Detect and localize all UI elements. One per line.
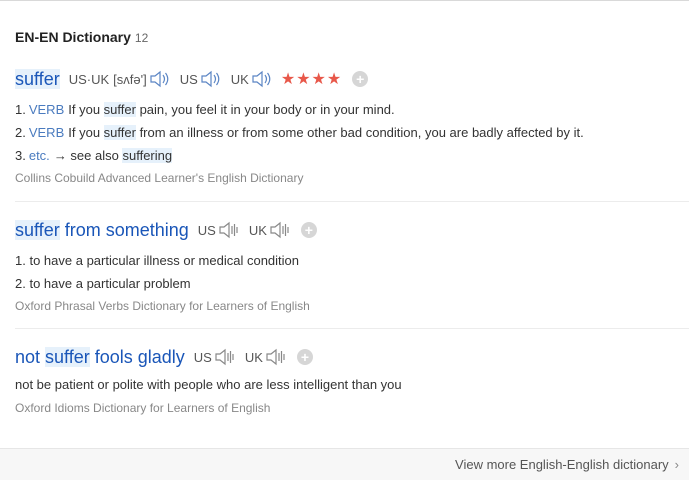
pron-us: US (194, 348, 236, 366)
plus-icon[interactable]: + (300, 222, 317, 238)
part-of-speech: VERB (28, 125, 65, 140)
definitions: 1. VERB If you suffer pain, you feel it in… (15, 98, 675, 167)
headword-highlight: suffer (15, 219, 60, 240)
headword-highlight: suffer (45, 346, 90, 367)
def-number: 1. (15, 253, 26, 268)
entry-suffer-from-something: suffer from something US UK + 1. to have… (15, 217, 675, 313)
dictionary-header: EN-EN Dictionary 12 (15, 29, 148, 45)
speaker-icon[interactable] (269, 221, 291, 239)
def-highlight: suffer (103, 125, 136, 140)
def-text: pain, you feel it in your body or in you… (135, 102, 395, 117)
pron-label: UK (248, 222, 267, 238)
pron-label: UK (230, 71, 249, 87)
plus-icon[interactable]: + (296, 349, 313, 365)
def-text: If you (68, 125, 104, 140)
source-label: Collins Cobuild Advanced Learner's Engli… (15, 171, 304, 185)
definition-text: not be patient or polite with people who… (15, 377, 402, 392)
def-text: → see also (53, 148, 123, 163)
entry-title-row: suffer US·UK [sʌfə'] US UK ★★★★ + (15, 66, 675, 92)
speaker-icon[interactable] (200, 70, 222, 88)
def-highlight: suffer (103, 102, 136, 117)
part-of-speech: VERB (28, 102, 65, 117)
definitions: 1. to have a particular illness or medic… (15, 249, 675, 295)
speaker-icon[interactable] (265, 348, 287, 366)
source-label: Oxford Phrasal Verbs Dictionary for Lear… (15, 299, 310, 313)
chevron-right-icon: › (674, 457, 679, 472)
definition-row: 2. to have a particular problem (15, 272, 675, 295)
def-number: 3. (15, 148, 26, 163)
headword-link[interactable]: suffer (15, 68, 60, 90)
definition-row: 1. VERB If you suffer pain, you feel it in… (15, 98, 675, 121)
footer-bar: View more English-English dictionary › (0, 448, 689, 480)
pron-us: US (198, 221, 240, 239)
pron-uk: UK (231, 70, 273, 88)
def-number: 2. (15, 125, 26, 140)
pron-label: UK (244, 349, 263, 365)
entry-count: 12 (134, 31, 149, 45)
entry-suffer: suffer US·UK [sʌfə'] US UK ★★★★ + 1. VERB… (15, 66, 675, 185)
phonetic: [sʌfə'] (113, 71, 147, 87)
definition-row: 1. to have a particular illness or medic… (15, 249, 675, 272)
def-text: to have a particular problem (29, 276, 191, 291)
star-rating: ★★★★ (280, 71, 343, 88)
speaker-icon[interactable] (149, 70, 171, 88)
def-number: 2. (15, 276, 26, 291)
def-text: If you (68, 102, 104, 117)
pron-label: US (197, 222, 216, 238)
view-more-link[interactable]: View more English-English dictionary › (455, 457, 679, 472)
view-more-label: View more English-English dictionary (455, 457, 669, 472)
speaker-icon[interactable] (251, 70, 273, 88)
headword-link[interactable]: not suffer fools gladly (15, 346, 185, 368)
top-border (0, 0, 689, 1)
def-number: 1. (15, 102, 26, 117)
headword-rest: from something (59, 219, 189, 240)
definition-row: 2. VERB If you suffer from an illness or f… (15, 121, 675, 144)
entry-title-row: suffer from something US UK + (15, 217, 675, 243)
divider (15, 201, 689, 202)
entry-not-suffer-fools-gladly: not suffer fools gladly US UK + not be p… (15, 344, 675, 415)
headword-link[interactable]: suffer from something (15, 219, 189, 241)
def-text: to have a particular illness or medical … (29, 253, 299, 268)
def-text: from an illness or from some other bad c… (135, 125, 584, 140)
definition-row: 3. etc. → see also suffering (15, 144, 675, 167)
headword-pre: not (15, 346, 46, 367)
speaker-icon[interactable] (214, 348, 236, 366)
speaker-icon[interactable] (218, 221, 240, 239)
plus-icon[interactable]: + (352, 71, 369, 87)
pron-usuk: US·UK [sʌfə'] (69, 70, 171, 88)
source-label: Oxford Idioms Dictionary for Learners of… (15, 401, 271, 415)
pron-uk: UK (249, 221, 291, 239)
pron-uk: UK (245, 348, 287, 366)
headword-rest: fools gladly (89, 346, 185, 367)
pron-label: US·UK (68, 71, 110, 87)
divider (15, 328, 689, 329)
see-also-link[interactable]: suffering (122, 148, 173, 163)
part-of-speech: etc. (28, 148, 50, 163)
dictionary-title: EN-EN Dictionary (15, 29, 131, 45)
pron-label: US (179, 71, 198, 87)
pron-label: US (193, 349, 212, 365)
headword-highlight: suffer (15, 68, 60, 89)
pron-us: US (180, 70, 222, 88)
entry-title-row: not suffer fools gladly US UK + (15, 344, 675, 370)
